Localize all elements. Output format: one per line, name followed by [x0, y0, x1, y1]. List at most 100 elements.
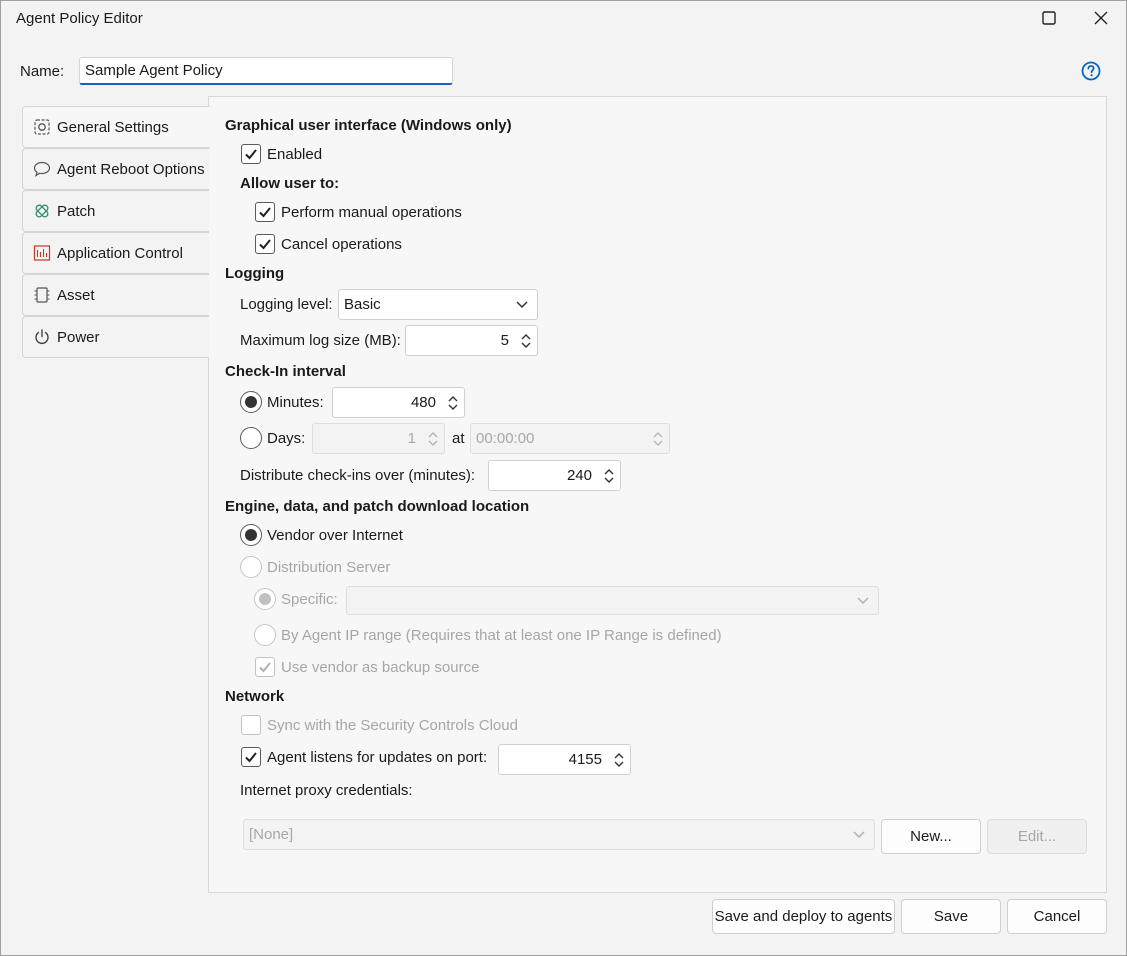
distribute-value: 240: [566, 467, 592, 484]
max-log-size-label: Maximum log size (MB):: [240, 332, 401, 349]
title-bar: [0, 0, 1127, 36]
app-control-icon: [33, 245, 51, 261]
time-value: 00:00:00: [476, 430, 535, 447]
minutes-radio[interactable]: [240, 391, 262, 413]
chip-icon: [34, 287, 50, 303]
manual-operations-checkbox[interactable]: [255, 202, 275, 222]
logging-heading: Logging: [225, 265, 285, 282]
port-spinner[interactable]: 4155: [498, 744, 631, 775]
enabled-label: Enabled: [267, 146, 323, 163]
manual-operations-label: Perform manual operations: [281, 204, 462, 221]
checkmark-icon: [259, 662, 271, 673]
proxy-credentials-select[interactable]: [None]: [243, 819, 875, 850]
help-button[interactable]: [1081, 61, 1101, 81]
speech-bubble-icon: [33, 161, 51, 177]
tab-label: Patch: [57, 202, 96, 220]
cancel-operations-label: Cancel operations: [281, 236, 402, 253]
spinner-arrows[interactable]: [422, 430, 444, 448]
vendor-backup-label: Use vendor as backup source: [281, 659, 480, 676]
tab-general-settings[interactable]: General Settings: [22, 106, 210, 148]
minutes-label: Minutes:: [267, 394, 324, 411]
close-icon: [1094, 11, 1108, 25]
spinner-arrows[interactable]: [647, 430, 669, 448]
spinner-icon: [604, 468, 614, 483]
name-label: Name:: [20, 63, 65, 80]
distribution-server-label: Distribution Server: [267, 559, 391, 576]
vendor-radio[interactable]: [240, 524, 262, 546]
days-spinner[interactable]: 1: [312, 423, 445, 454]
spinner-arrows[interactable]: [598, 467, 620, 485]
time-spinner[interactable]: 00:00:00: [470, 423, 670, 454]
days-label: Days:: [267, 430, 306, 447]
help-icon: [1081, 61, 1101, 81]
checkmark-icon: [245, 752, 257, 763]
spinner-icon: [653, 431, 663, 446]
checkin-heading: Check-In interval: [225, 363, 346, 380]
logging-level-select[interactable]: Basic: [338, 289, 538, 320]
policy-name-input[interactable]: [79, 57, 453, 85]
tab-label: Power: [57, 328, 100, 346]
spinner-arrows[interactable]: [608, 751, 630, 769]
cancel-button[interactable]: Cancel: [1007, 899, 1107, 934]
spinner-arrows[interactable]: [515, 332, 537, 350]
spinner-icon: [448, 395, 458, 410]
tab-label: Application Control: [57, 244, 183, 262]
listen-port-checkbox[interactable]: [241, 747, 261, 767]
tab-label: Asset: [57, 286, 95, 304]
download-heading: Engine, data, and patch download locatio…: [225, 498, 530, 515]
vendor-label: Vendor over Internet: [267, 527, 403, 544]
specific-label: Specific:: [281, 591, 338, 608]
close-button[interactable]: [1078, 4, 1124, 32]
new-credential-button[interactable]: New...: [881, 819, 981, 854]
spinner-icon: [428, 431, 438, 446]
vendor-backup-checkbox[interactable]: [255, 657, 275, 677]
listen-port-label: Agent listens for updates on port:: [267, 749, 488, 766]
tab-power[interactable]: Power: [22, 316, 209, 358]
distribute-label: Distribute check-ins over (minutes):: [240, 467, 476, 484]
tab-patch[interactable]: Patch: [22, 190, 209, 232]
checkmark-icon: [259, 207, 271, 218]
chevron-down-icon: [516, 300, 528, 308]
sync-cloud-checkbox[interactable]: [241, 715, 261, 735]
tab-asset[interactable]: Asset: [22, 274, 209, 316]
tab-agent-reboot-options[interactable]: Agent Reboot Options: [22, 148, 209, 190]
distribution-server-radio[interactable]: [240, 556, 262, 578]
maximize-button[interactable]: [1026, 4, 1072, 32]
by-agent-ip-label: By Agent IP range (Requires that at leas…: [281, 627, 722, 644]
allow-user-heading: Allow user to:: [240, 175, 340, 192]
save-and-deploy-button[interactable]: Save and deploy to agents: [712, 899, 895, 934]
maximize-icon: [1042, 11, 1056, 25]
distribute-spinner[interactable]: 240: [488, 460, 621, 491]
proxy-credentials-value: [None]: [249, 826, 294, 843]
port-value: 4155: [568, 751, 602, 768]
specific-server-select[interactable]: [346, 586, 879, 615]
gui-heading: Graphical user interface (Windows only): [225, 117, 512, 134]
minutes-value: 480: [410, 394, 436, 411]
edit-credential-button[interactable]: Edit...: [987, 819, 1087, 854]
proxy-credentials-label: Internet proxy credentials:: [240, 782, 413, 799]
by-agent-ip-radio[interactable]: [254, 624, 276, 646]
enabled-checkbox[interactable]: [241, 144, 261, 164]
days-value: 1: [407, 430, 416, 447]
days-radio[interactable]: [240, 427, 262, 449]
checkmark-icon: [245, 149, 257, 160]
cancel-operations-checkbox[interactable]: [255, 234, 275, 254]
network-heading: Network: [225, 688, 285, 705]
at-label: at: [452, 430, 465, 447]
spinner-arrows[interactable]: [442, 394, 464, 412]
max-log-size-spinner[interactable]: 5: [405, 325, 538, 356]
logging-level-label: Logging level:: [240, 296, 333, 313]
minutes-spinner[interactable]: 480: [332, 387, 465, 418]
logging-level-value: Basic: [344, 296, 381, 313]
chevron-down-icon: [853, 830, 865, 838]
spinner-icon: [614, 752, 624, 767]
sync-cloud-label: Sync with the Security Controls Cloud: [267, 717, 518, 734]
tab-application-control[interactable]: Application Control: [22, 232, 209, 274]
specific-radio[interactable]: [254, 588, 276, 610]
tab-label: Agent Reboot Options: [57, 160, 205, 178]
tab-label: General Settings: [57, 118, 169, 136]
bandage-icon: [35, 204, 49, 218]
spinner-icon: [521, 333, 531, 348]
window-title: Agent Policy Editor: [16, 10, 143, 27]
save-button[interactable]: Save: [901, 899, 1001, 934]
